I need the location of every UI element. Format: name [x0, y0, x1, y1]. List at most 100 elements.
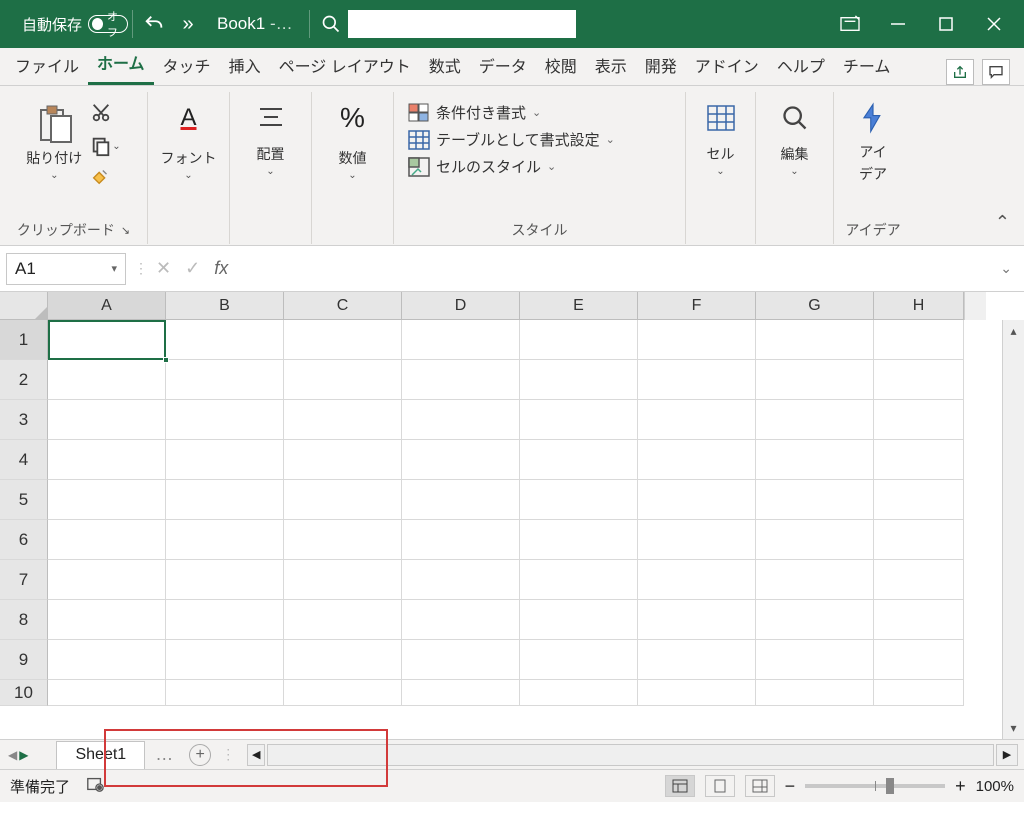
zoom-slider[interactable] [805, 784, 945, 788]
sheet-nav-prev[interactable]: ◀ [8, 748, 17, 762]
col-header-D[interactable]: D [402, 292, 520, 320]
cell[interactable] [874, 440, 964, 480]
cell[interactable] [638, 320, 756, 360]
tab-addins[interactable]: アドイン [686, 47, 768, 85]
name-box[interactable]: A1 ▾ [6, 253, 126, 285]
cell[interactable] [48, 400, 166, 440]
cell[interactable] [638, 560, 756, 600]
cell[interactable] [756, 560, 874, 600]
cell[interactable] [166, 480, 284, 520]
row-header-6[interactable]: 6 [0, 520, 48, 560]
collapse-ribbon-button[interactable]: ⌃ [995, 212, 1010, 233]
cell[interactable] [284, 360, 402, 400]
cell[interactable] [166, 520, 284, 560]
horizontal-scrollbar[interactable] [267, 744, 994, 766]
row-header-2[interactable]: 2 [0, 360, 48, 400]
cell-styles-button[interactable]: セルのスタイル⌄ [408, 156, 671, 177]
cell[interactable] [284, 520, 402, 560]
row-header-10[interactable]: 10 [0, 680, 48, 706]
cell[interactable] [166, 400, 284, 440]
sheet-more-icon[interactable]: … [155, 744, 175, 765]
cell[interactable] [638, 520, 756, 560]
fx-icon[interactable]: fx [214, 258, 228, 279]
cell[interactable] [48, 520, 166, 560]
cell[interactable] [284, 600, 402, 640]
tab-formulas[interactable]: 数式 [420, 47, 470, 85]
cell-grid[interactable]: 1 2 3 4 5 6 7 8 9 10 ▴ ▾ [0, 320, 1024, 740]
tab-page-layout[interactable]: ページ レイアウト [270, 47, 420, 85]
cell[interactable] [166, 440, 284, 480]
cell[interactable] [756, 440, 874, 480]
share-button[interactable] [946, 59, 974, 85]
cell[interactable] [756, 680, 874, 706]
cell[interactable] [520, 520, 638, 560]
cell[interactable] [638, 680, 756, 706]
cell[interactable] [48, 480, 166, 520]
enter-icon[interactable]: ✓ [185, 258, 200, 279]
paste-button[interactable]: 貼り付け ⌄ [26, 102, 82, 181]
col-header-A[interactable]: A [48, 292, 166, 320]
cell[interactable] [874, 320, 964, 360]
scroll-right-button[interactable]: ▶ [996, 744, 1018, 766]
cell[interactable] [402, 360, 520, 400]
autosave-toggle[interactable]: 自動保存 オフ [22, 14, 128, 35]
cell[interactable] [284, 400, 402, 440]
zoom-in-button[interactable]: + [955, 776, 966, 797]
conditional-formatting-button[interactable]: 条件付き書式⌄ [408, 102, 671, 123]
cell[interactable] [638, 400, 756, 440]
col-header-F[interactable]: F [638, 292, 756, 320]
minimize-button[interactable] [876, 7, 920, 41]
cell[interactable] [756, 520, 874, 560]
cell[interactable] [284, 640, 402, 680]
new-sheet-button[interactable]: + [189, 744, 211, 766]
cell[interactable] [48, 360, 166, 400]
cell[interactable] [48, 440, 166, 480]
search-icon[interactable] [314, 7, 348, 41]
row-header-7[interactable]: 7 [0, 560, 48, 600]
cell[interactable] [402, 320, 520, 360]
cells-button[interactable]: セル ⌄ [706, 104, 736, 177]
number-button[interactable]: % 数値 ⌄ [339, 102, 367, 181]
cell[interactable] [284, 680, 402, 706]
cell[interactable] [874, 520, 964, 560]
cell[interactable] [402, 440, 520, 480]
cell[interactable] [48, 680, 166, 706]
cell[interactable] [284, 320, 402, 360]
sheet-tab[interactable]: Sheet1 [56, 741, 145, 769]
row-header-9[interactable]: 9 [0, 640, 48, 680]
scroll-up-icon[interactable]: ▴ [1010, 324, 1016, 338]
cell[interactable] [520, 360, 638, 400]
cell[interactable] [166, 680, 284, 706]
cell[interactable] [756, 320, 874, 360]
cell[interactable] [402, 640, 520, 680]
cell[interactable] [638, 480, 756, 520]
cell[interactable] [402, 680, 520, 706]
tab-touch[interactable]: タッチ [154, 47, 220, 85]
zoom-out-button[interactable]: − [785, 776, 796, 797]
view-page-break-button[interactable] [745, 775, 775, 797]
sheet-nav-next[interactable]: ▶ [19, 748, 28, 762]
cancel-icon[interactable]: ✕ [156, 258, 171, 279]
cell[interactable] [48, 320, 166, 360]
row-header-5[interactable]: 5 [0, 480, 48, 520]
col-header-C[interactable]: C [284, 292, 402, 320]
cell[interactable] [284, 440, 402, 480]
cell[interactable] [874, 560, 964, 600]
cell[interactable] [48, 600, 166, 640]
close-button[interactable] [972, 7, 1016, 41]
cell[interactable] [48, 640, 166, 680]
row-header-3[interactable]: 3 [0, 400, 48, 440]
tab-help[interactable]: ヘルプ [768, 47, 834, 85]
copy-button[interactable]: ⌄ [90, 135, 120, 157]
cell[interactable] [520, 560, 638, 600]
view-normal-button[interactable] [665, 775, 695, 797]
font-button[interactable]: A フォント ⌄ [161, 104, 217, 181]
tab-review[interactable]: 校閲 [536, 47, 586, 85]
cell[interactable] [874, 360, 964, 400]
col-header-H[interactable]: H [874, 292, 964, 320]
cell[interactable] [638, 640, 756, 680]
cell[interactable] [166, 600, 284, 640]
tab-team[interactable]: チーム [834, 47, 900, 85]
scroll-down-icon[interactable]: ▾ [1010, 721, 1016, 735]
row-header-1[interactable]: 1 [0, 320, 48, 360]
